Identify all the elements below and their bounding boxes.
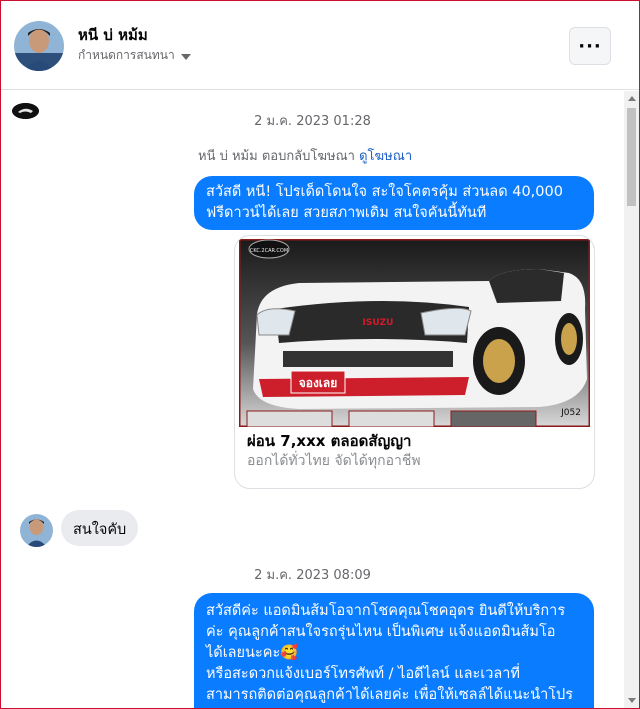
outgoing-message[interactable]: สวัสดี หนี! โปรเด็ดโดนใจ สะใจโคตรคุ้ม ส่… [194, 176, 594, 230]
contact-name[interactable]: หนี บ่ หม้ม [78, 23, 148, 47]
contact-avatar[interactable] [14, 21, 64, 71]
message-thread: 2 ม.ค. 2023 01:28 หนี บ่ หม้ม ตอบกลับโฆษ… [1, 91, 624, 708]
ad-image-code: J052 [560, 408, 581, 418]
scroll-up-icon[interactable] [628, 96, 636, 101]
ad-card[interactable]: ISUZU จองเลย J052 CKC.2CAR.COM ผ่อน 7,xx… [234, 235, 595, 489]
message-line: ได้เลยนะคะ🥰 [206, 645, 299, 661]
ad-image-logo: CKC.2CAR.COM [250, 248, 288, 254]
contact-avatar-small[interactable] [20, 514, 53, 547]
ad-reply-note: หนี บ่ หม้ม ตอบกลับโฆษณา ดูโฆษณา [198, 145, 412, 166]
view-ad-link[interactable]: ดูโฆษณา [359, 149, 412, 164]
message-line: ค่ะ คุณลูกค้าสนใจรถรุ่นไหน เป็นพิเศษ แจ้… [206, 624, 556, 640]
messenger-window: หนี บ่ หม้ม กำหนดการสนทนา ··· 2 ม.ค. 202… [0, 0, 640, 709]
more-icon: ··· [578, 35, 602, 57]
timestamp: 2 ม.ค. 2023 08:09 [254, 568, 371, 583]
conversation-status-label: กำหนดการสนทนา [78, 48, 175, 62]
message-line: สวัสดี หนี! โปรเด็ดโดนใจ สะใจโคตรคุ้ม ส่… [206, 184, 563, 200]
message-line: สามารถติดต่อคุณลูกค้าได้เลยค่ะ เพื่อให้เ… [206, 687, 574, 703]
conversation-header: หนี บ่ หม้ม กำหนดการสนทนา ··· [1, 1, 639, 90]
message-line: หรือสะดวกแจ้งเบอร์โทรศัพท์ / ไอดีไลน์ แล… [206, 666, 520, 682]
ad-reply-text: หนี บ่ หม้ม ตอบกลับโฆษณา [198, 149, 355, 164]
timestamp: 2 ม.ค. 2023 01:28 [254, 114, 371, 129]
message-line: สวัสดีค่ะ แอดมินส้มโอจากโชคคุณโชคอุดร ยิ… [206, 603, 566, 619]
incoming-message[interactable]: สนใจคับ [61, 510, 139, 546]
scroll-down-icon[interactable] [628, 698, 636, 703]
ad-image-badge: จองเลย [299, 376, 338, 390]
ad-image[interactable]: ISUZU จองเลย J052 CKC.2CAR.COM [239, 239, 590, 427]
ad-image-brand: ISUZU [363, 318, 394, 328]
scrollbar-thumb[interactable] [627, 108, 636, 206]
vertical-scrollbar[interactable] [624, 91, 639, 708]
conversation-status[interactable]: กำหนดการสนทนา [78, 46, 191, 65]
message-line: ฟรีดาวน์ได้เลย สวยสภาพเดิม สนใจคันนี้ทัน… [206, 205, 487, 221]
outgoing-message[interactable]: สวัสดีค่ะ แอดมินส้มโอจากโชคคุณโชคอุดร ยิ… [194, 593, 594, 708]
ad-subtitle: ออกได้ทั่วไทย จัดได้ทุกอาชีพ [247, 453, 421, 469]
more-options-button[interactable]: ··· [569, 27, 611, 65]
caret-down-icon [180, 53, 191, 60]
